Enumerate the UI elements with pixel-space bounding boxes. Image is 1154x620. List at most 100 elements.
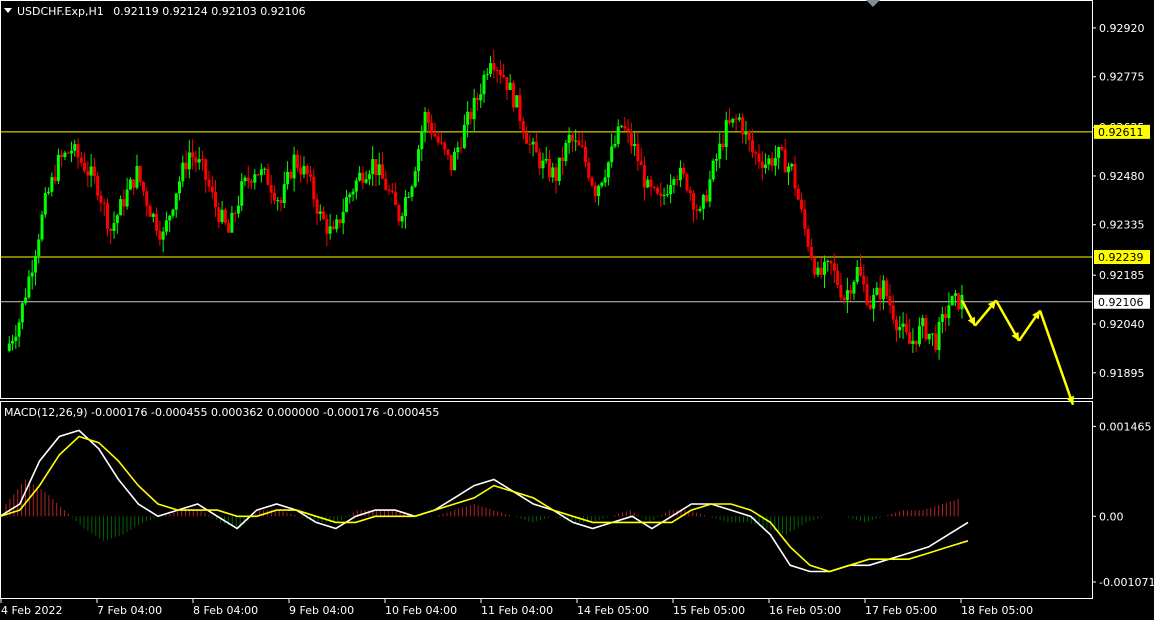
time-tick-label: 18 Feb 05:00 — [961, 604, 1033, 617]
candle-body — [832, 263, 836, 271]
candle-body — [125, 189, 129, 207]
candle-body — [881, 280, 885, 300]
candle-body — [656, 187, 660, 194]
candle-body — [521, 120, 525, 134]
candle-body — [790, 164, 794, 167]
candle-body — [750, 140, 754, 153]
candle-body — [295, 154, 299, 168]
macd-tick-label: -0.001071 — [1099, 576, 1154, 589]
candle-body — [119, 199, 123, 216]
candle-body — [924, 317, 928, 340]
candle-body — [191, 152, 195, 158]
candle-body — [711, 160, 715, 180]
candle-body — [891, 305, 895, 320]
candle-body — [672, 179, 676, 186]
candle-body — [256, 174, 260, 176]
candle-body — [875, 287, 879, 295]
candle-body — [246, 177, 250, 181]
candle-body — [456, 147, 460, 153]
candle-body — [662, 195, 666, 197]
candle-body — [233, 212, 237, 214]
chart-canvas: 0.929200.927750.926250.924800.923350.921… — [0, 0, 1154, 620]
candle-body — [56, 154, 60, 182]
candle-body — [328, 226, 332, 234]
candle-body — [374, 159, 378, 176]
candle-body — [495, 69, 499, 71]
macd-header: MACD(12,26,9) -0.000176 -0.000455 0.0003… — [4, 406, 439, 419]
candle-body — [266, 168, 270, 185]
candle-body — [917, 326, 921, 345]
candle-body — [544, 158, 548, 161]
candle-body — [518, 95, 522, 121]
candle-body — [73, 144, 77, 151]
candle-body — [276, 200, 280, 202]
candle-body — [528, 143, 532, 145]
candle-body — [83, 162, 87, 172]
candle-body — [777, 147, 781, 159]
candle-body — [773, 158, 777, 166]
candle-body — [220, 209, 224, 223]
candle-body — [895, 319, 899, 331]
candle-body — [430, 122, 434, 134]
candle-body — [466, 111, 470, 125]
candle-body — [620, 125, 624, 127]
candle-body — [914, 340, 918, 345]
candle-body — [845, 290, 849, 301]
candle-body — [649, 179, 653, 188]
level-price-label: 0.92239 — [1098, 251, 1144, 264]
candle-body — [953, 293, 957, 296]
candle-body — [911, 340, 915, 344]
candle-body — [105, 203, 109, 229]
candle-body — [783, 149, 787, 173]
candle-body — [223, 209, 227, 223]
candle-body — [855, 267, 859, 282]
candle-body — [728, 120, 732, 123]
candle-body — [155, 213, 159, 231]
candle-body — [626, 128, 630, 132]
candle-body — [344, 197, 348, 212]
candle-body — [197, 159, 201, 163]
candle-body — [164, 220, 168, 232]
candle-body — [479, 94, 483, 101]
candle-body — [86, 171, 90, 176]
candle-body — [397, 205, 401, 222]
candle-body — [639, 161, 643, 166]
candle-body — [102, 202, 106, 204]
candle-body — [868, 304, 872, 309]
candle-body — [308, 174, 312, 177]
candle-body — [921, 317, 925, 327]
candle-body — [574, 140, 578, 142]
candle-body — [210, 186, 214, 192]
candle-body — [50, 177, 54, 192]
candle-body — [836, 270, 840, 285]
candle-body — [384, 178, 388, 190]
candle-body — [515, 95, 519, 108]
candle-body — [315, 199, 319, 214]
current-price-label: 0.92106 — [1098, 296, 1144, 309]
candle-body — [227, 222, 231, 233]
price-tick-label: 0.92335 — [1099, 219, 1145, 232]
candle-body — [908, 332, 912, 344]
candle-body — [79, 157, 83, 163]
candle-body — [839, 284, 843, 298]
time-tick-label: 17 Feb 05:00 — [865, 604, 937, 617]
candle-body — [351, 191, 355, 195]
candle-body — [394, 192, 398, 206]
candle-body — [132, 179, 136, 188]
price-tick-label: 0.92775 — [1099, 71, 1145, 84]
candle-body — [11, 340, 15, 344]
candle-body — [128, 179, 132, 190]
candle-body — [675, 179, 679, 181]
candle-body — [593, 185, 597, 197]
candle-body — [236, 205, 240, 214]
candle-body — [138, 165, 142, 182]
candle-body — [325, 219, 329, 234]
time-tick-label: 9 Feb 04:00 — [289, 604, 354, 617]
candle-body — [570, 134, 574, 142]
candle-body — [714, 158, 718, 161]
candle-body — [194, 157, 198, 163]
candle-body — [449, 154, 453, 171]
candle-body — [410, 186, 414, 197]
candle-body — [259, 169, 263, 176]
candle-body — [665, 194, 669, 196]
